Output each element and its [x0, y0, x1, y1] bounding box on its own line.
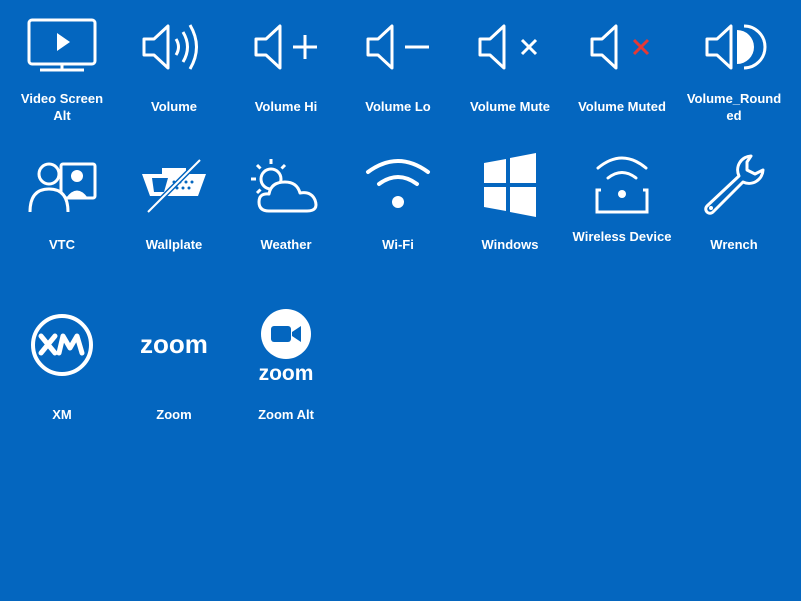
tile-wireless-device[interactable]: Wireless Device [566, 142, 678, 282]
video-screen-icon [27, 18, 97, 72]
tile-label: Volume_Rounded [686, 91, 782, 123]
xm-icon [31, 314, 93, 376]
tile-label: Zoom [156, 407, 192, 422]
volume-lo-icon [366, 24, 429, 70]
tile-video-screen-alt[interactable]: Video Screen Alt [6, 4, 118, 144]
windows-icon [484, 153, 536, 217]
vtc-icon [28, 162, 97, 213]
tile-volume-hi[interactable]: Volume Hi [230, 4, 342, 144]
volume-mute-icon [478, 24, 538, 70]
tile-label: Wrench [710, 237, 758, 252]
tile-label: XM [52, 407, 72, 422]
volume-muted-icon [590, 24, 650, 70]
tile-xm[interactable]: XM [6, 302, 118, 442]
tile-volume[interactable]: Volume [118, 4, 230, 144]
volume-rounded-icon [705, 24, 767, 70]
tile-label: Volume Lo [365, 99, 431, 114]
zoom-alt-icon: zoom [259, 309, 314, 385]
tile-label: Weather [260, 237, 312, 252]
tile-label: Volume Hi [254, 99, 318, 114]
tile-label: VTC [49, 237, 75, 252]
tile-volume-rounded[interactable]: Volume_Rounded [678, 4, 790, 144]
svg-text:zoom: zoom [259, 362, 314, 385]
tile-label: Zoom Alt [258, 407, 314, 422]
weather-icon [251, 159, 318, 213]
tile-vtc[interactable]: VTC [6, 142, 118, 282]
tile-label: Windows [481, 237, 539, 252]
tile-zoom-alt[interactable]: zoom Zoom Alt [230, 302, 342, 442]
volume-hi-icon [254, 24, 317, 70]
tile-label: Volume Muted [578, 99, 666, 114]
tile-wallplate[interactable]: Wallplate [118, 142, 230, 282]
zoom-icon: zoom [140, 329, 208, 359]
volume-icon [142, 24, 198, 70]
tile-label: Volume [151, 99, 197, 114]
wireless-device-icon [595, 156, 649, 214]
svg-text:zoom: zoom [140, 329, 208, 359]
tile-volume-lo[interactable]: Volume Lo [342, 4, 454, 144]
tile-label: Wireless Device [572, 229, 672, 244]
tile-label: Wallplate [145, 237, 203, 252]
wallplate-icon [142, 158, 206, 214]
tile-label: Video Screen Alt [20, 91, 104, 123]
tile-zoom[interactable]: zoom Zoom [118, 302, 230, 442]
tile-label: Volume Mute [470, 99, 550, 114]
tile-volume-muted[interactable]: Volume Muted [566, 4, 678, 144]
tile-wrench[interactable]: Wrench [678, 142, 790, 282]
wifi-icon [366, 159, 430, 208]
tile-label: Wi-Fi [382, 237, 414, 252]
tile-windows[interactable]: Windows [454, 142, 566, 282]
wrench-icon [704, 154, 765, 215]
tile-wifi[interactable]: Wi-Fi [342, 142, 454, 282]
tile-weather[interactable]: Weather [230, 142, 342, 282]
tile-volume-mute[interactable]: Volume Mute [454, 4, 566, 144]
